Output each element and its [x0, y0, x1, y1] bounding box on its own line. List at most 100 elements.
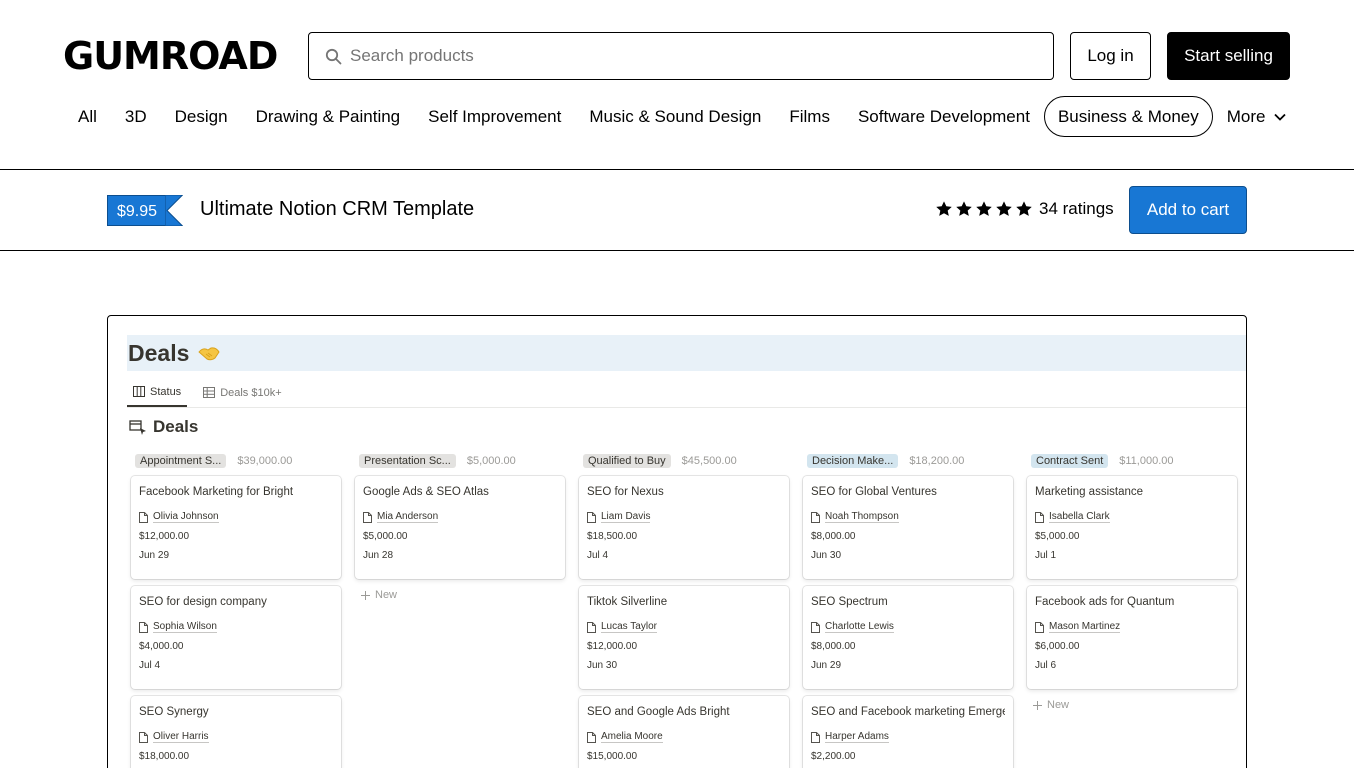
- new-card-button[interactable]: New: [1033, 699, 1237, 711]
- nav-item-all[interactable]: All: [64, 96, 111, 137]
- deal-amount: $5,000.00: [363, 531, 408, 542]
- deal-card[interactable]: Marketing assistance Isabella Clark $5,000…: [1027, 476, 1237, 579]
- new-card-button[interactable]: New: [361, 589, 565, 601]
- nav-item-self-improvement[interactable]: Self Improvement: [414, 96, 575, 137]
- tab-deals-10k[interactable]: Deals $10k+: [197, 378, 287, 407]
- deal-date: Jul 6: [1035, 660, 1057, 671]
- deal-amount: $12,000.00: [587, 641, 638, 652]
- deal-amount: $18,000.00: [139, 751, 190, 762]
- deal-amount: $12,000.00: [139, 531, 190, 542]
- star-icon: [996, 201, 1012, 216]
- deal-date: Jun 30: [587, 660, 618, 671]
- contact-field[interactable]: Olivia Johnson: [139, 511, 333, 523]
- star-icon: [1016, 201, 1032, 216]
- status-badge: Presentation Sc...: [359, 454, 456, 468]
- plus-icon: [361, 590, 370, 600]
- contact-field[interactable]: Charlotte Lewis: [811, 621, 1005, 633]
- deal-card[interactable]: Tiktok Silverline Lucas Taylor $12,000.00 J…: [579, 586, 789, 689]
- column-header[interactable]: Appointment S... $39,000.00: [135, 453, 341, 469]
- login-button[interactable]: Log in: [1070, 32, 1151, 80]
- contact-name: Liam Davis: [601, 511, 651, 523]
- contact-field[interactable]: Amelia Moore: [587, 731, 781, 743]
- deal-card[interactable]: Facebook ads for Quantum Mason Martinez $6…: [1027, 586, 1237, 689]
- deal-amount: $4,000.00: [139, 641, 184, 652]
- kanban-column: Contract Sent $11,000.00 Marketing assista…: [1027, 453, 1237, 711]
- table-icon: [203, 387, 216, 398]
- deal-card[interactable]: SEO and Google Ads Bright Amelia Moore $15…: [579, 696, 789, 768]
- nav-item-business-money[interactable]: Business & Money: [1043, 96, 1213, 137]
- contact-field[interactable]: Liam Davis: [587, 511, 781, 523]
- page-icon: [587, 731, 596, 743]
- column-header[interactable]: Qualified to Buy $45,500.00: [583, 453, 789, 469]
- column-header[interactable]: Decision Make... $18,200.00: [807, 453, 1013, 469]
- page-icon: [139, 731, 148, 743]
- nav-item-software-development[interactable]: Software Development: [844, 96, 1044, 137]
- page-icon: [811, 511, 820, 523]
- tab-deals-10k-label: Deals $10k+: [220, 386, 282, 399]
- page-icon: [139, 511, 148, 523]
- tab-status-label: Status: [150, 385, 182, 398]
- gumroad-logo[interactable]: GUMROAD: [63, 37, 278, 75]
- contact-field[interactable]: Oliver Harris: [139, 731, 333, 743]
- deal-title: SEO and Facebook marketing Emerge: [811, 706, 1005, 718]
- nav-more-label: More: [1226, 106, 1266, 126]
- deal-card[interactable]: SEO for design company Sophia Wilson $4,00…: [131, 586, 341, 689]
- deal-card[interactable]: SEO Synergy Oliver Harris $18,000.00: [131, 696, 341, 768]
- contact-name: Olivia Johnson: [153, 511, 219, 523]
- deal-date: Jun 29: [139, 550, 170, 561]
- search-icon: [325, 48, 342, 64]
- start-selling-button[interactable]: Start selling: [1167, 32, 1290, 80]
- linked-database-icon: [129, 420, 146, 435]
- column-sum: $39,000.00: [237, 455, 293, 467]
- tab-status[interactable]: Status: [127, 378, 188, 407]
- deal-card[interactable]: SEO for Nexus Liam Davis $18,500.00 Jul 4: [579, 476, 789, 579]
- preview-page-title: Deals: [128, 340, 221, 367]
- price-tag-notch: [165, 195, 184, 226]
- deal-card[interactable]: Facebook Marketing for Bright Olivia John…: [131, 476, 341, 579]
- contact-field[interactable]: Mason Martinez: [1035, 621, 1229, 633]
- deal-amount: $18,500.00: [587, 531, 638, 542]
- deal-title: SEO for Nexus: [587, 486, 664, 498]
- nav-item-design[interactable]: Design: [161, 96, 242, 137]
- add-to-cart-button[interactable]: Add to cart: [1129, 186, 1247, 234]
- column-header[interactable]: Presentation Sc... $5,000.00: [359, 453, 565, 469]
- deal-amount: $8,000.00: [811, 531, 856, 542]
- deal-card[interactable]: SEO Spectrum Charlotte Lewis $8,000.00 Jun …: [803, 586, 1013, 689]
- deal-date: Jul 4: [587, 550, 609, 561]
- column-header[interactable]: Contract Sent $11,000.00: [1031, 453, 1237, 469]
- contact-name: Lucas Taylor: [601, 621, 657, 633]
- price-tag: $9.95: [107, 195, 184, 226]
- deal-date: Jun 29: [811, 660, 842, 671]
- contact-name: Oliver Harris: [153, 731, 209, 743]
- deal-title: Facebook ads for Quantum: [1035, 596, 1175, 608]
- product-rating: 34 ratings: [935, 199, 1114, 219]
- chevron-down-icon: [1274, 113, 1287, 121]
- contact-field[interactable]: Mia Anderson: [363, 511, 557, 523]
- deal-date: Jul 4: [139, 660, 161, 671]
- contact-field[interactable]: Isabella Clark: [1035, 511, 1229, 523]
- deal-card[interactable]: SEO for Global Ventures Noah Thompson $8,0…: [803, 476, 1013, 579]
- search-input[interactable]: [350, 46, 1030, 66]
- nav-item-3d[interactable]: 3D: [111, 96, 161, 137]
- nav-item-films[interactable]: Films: [775, 96, 844, 137]
- rating-stars: [935, 200, 1033, 218]
- deal-card[interactable]: Google Ads & SEO Atlas Mia Anderson $5,000…: [355, 476, 565, 579]
- deal-title: SEO for design company: [139, 596, 267, 608]
- deal-date: Jul 1: [1035, 550, 1057, 561]
- contact-field[interactable]: Sophia Wilson: [139, 621, 333, 633]
- star-icon: [976, 201, 992, 216]
- deal-card[interactable]: SEO and Facebook marketing Emerge Harper …: [803, 696, 1013, 768]
- contact-name: Mason Martinez: [1049, 621, 1121, 633]
- product-preview[interactable]: Deals Status Deals $10k+ Deals Appointme…: [107, 315, 1247, 768]
- category-nav: All 3D Design Drawing & Painting Self Im…: [64, 96, 1301, 137]
- contact-field[interactable]: Harper Adams: [811, 731, 1005, 743]
- search-bar[interactable]: [308, 32, 1054, 80]
- nav-item-music-sound-design[interactable]: Music & Sound Design: [575, 96, 775, 137]
- deal-title: Marketing assistance: [1035, 486, 1144, 498]
- nav-more-dropdown[interactable]: More: [1213, 96, 1302, 137]
- status-badge: Decision Make...: [807, 454, 899, 468]
- contact-field[interactable]: Lucas Taylor: [587, 621, 781, 633]
- contact-field[interactable]: Noah Thompson: [811, 511, 1005, 523]
- nav-item-drawing-painting[interactable]: Drawing & Painting: [242, 96, 415, 137]
- contact-name: Harper Adams: [825, 731, 889, 743]
